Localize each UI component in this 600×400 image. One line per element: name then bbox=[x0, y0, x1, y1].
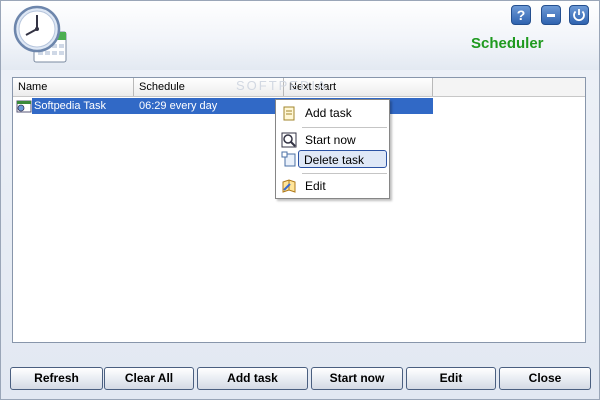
edit-button[interactable]: Edit bbox=[406, 367, 496, 390]
delete-task-icon bbox=[281, 151, 296, 167]
close-button[interactable]: Close bbox=[499, 367, 591, 390]
menu-item-delete-task[interactable]: Delete task bbox=[298, 150, 387, 168]
refresh-button[interactable]: Refresh bbox=[10, 367, 103, 390]
menu-label: Delete task bbox=[304, 153, 365, 167]
power-icon bbox=[573, 9, 585, 21]
start-now-icon bbox=[281, 132, 297, 148]
menu-label: Edit bbox=[305, 179, 326, 193]
task-icon bbox=[16, 100, 32, 113]
edit-icon bbox=[282, 179, 296, 193]
start-now-button[interactable]: Start now bbox=[311, 367, 403, 390]
watermark: SOFTPEDIA bbox=[236, 78, 328, 93]
clear-all-button[interactable]: Clear All bbox=[104, 367, 194, 390]
menu-item-add-task[interactable]: Add task bbox=[278, 104, 387, 122]
add-task-icon bbox=[283, 106, 295, 121]
clock-calendar-icon bbox=[13, 5, 67, 63]
add-task-button[interactable]: Add task bbox=[197, 367, 308, 390]
task-name: Softpedia Task bbox=[34, 100, 106, 112]
menu-item-start-now[interactable]: Start now bbox=[278, 131, 387, 149]
menu-separator bbox=[302, 127, 387, 128]
help-button[interactable]: ? bbox=[511, 5, 531, 25]
page-title: Scheduler bbox=[471, 35, 544, 52]
app-header: ? Scheduler bbox=[0, 0, 600, 70]
power-button[interactable] bbox=[569, 5, 589, 25]
column-header-name[interactable]: Name bbox=[13, 78, 134, 96]
minimize-icon bbox=[547, 14, 555, 17]
minimize-button[interactable] bbox=[541, 5, 561, 25]
menu-item-edit[interactable]: Edit bbox=[278, 177, 387, 195]
context-menu: Add task Start now Delete task Edit bbox=[275, 99, 390, 199]
menu-label: Start now bbox=[305, 133, 356, 147]
menu-separator bbox=[302, 173, 387, 174]
help-icon: ? bbox=[516, 7, 526, 23]
task-schedule: 06:29 every day bbox=[139, 100, 218, 112]
menu-label: Add task bbox=[305, 106, 352, 120]
